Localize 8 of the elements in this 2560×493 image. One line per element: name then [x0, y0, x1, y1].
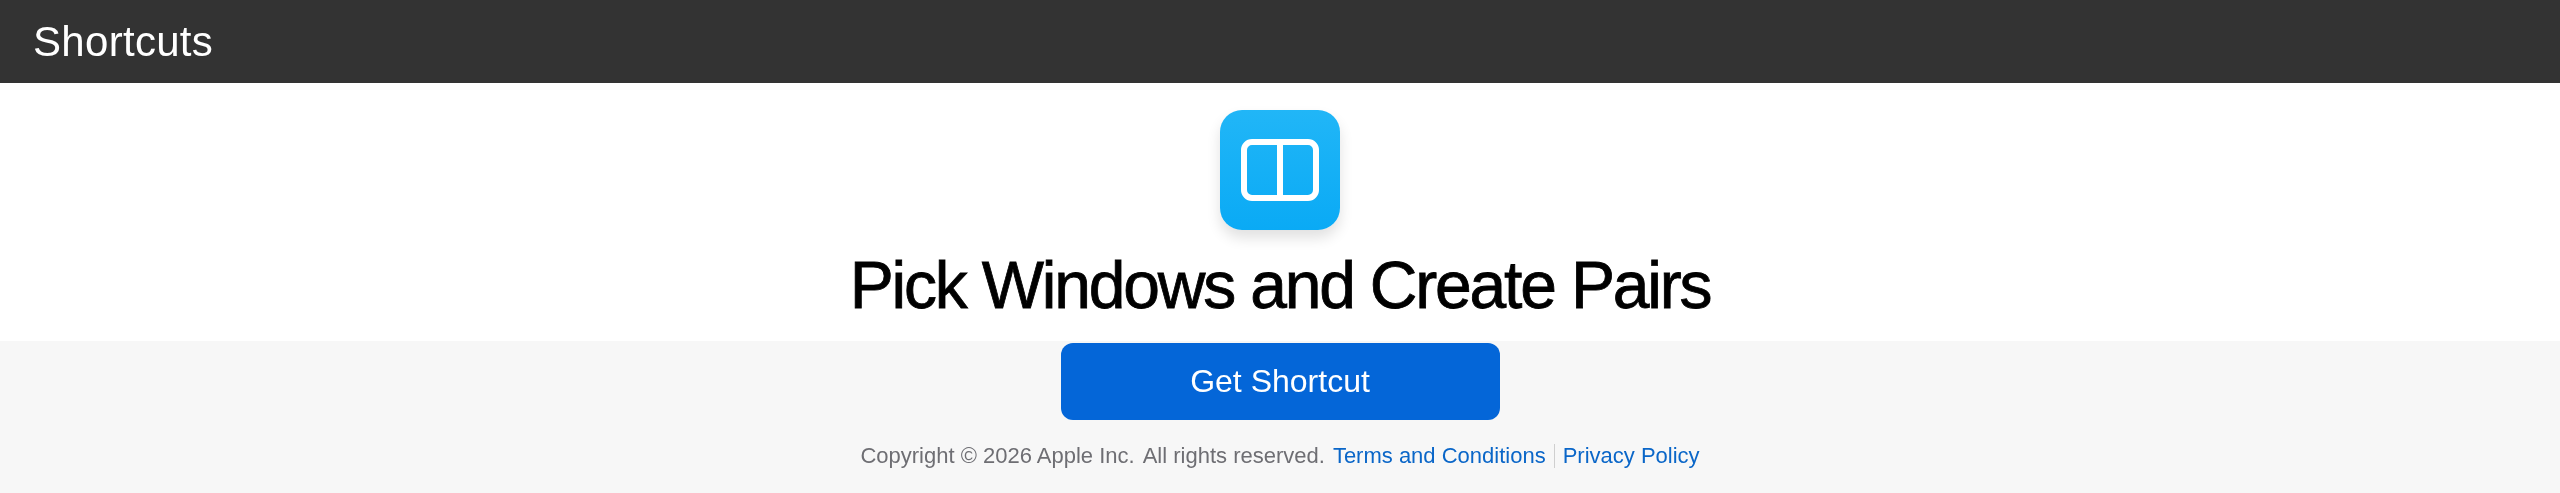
copyright-text: Copyright © 2026 Apple Inc.: [860, 443, 1135, 469]
get-shortcut-button[interactable]: Get Shortcut: [1060, 343, 1500, 420]
app-title: Shortcuts: [33, 17, 214, 66]
shortcut-title: Pick Windows and Create Pairs: [849, 252, 1711, 318]
shortcut-icon: [1220, 110, 1340, 230]
footer-link[interactable]: Terms and Conditions: [1332, 443, 1546, 469]
rights-text: All rights reserved.: [1142, 443, 1325, 469]
footer-link[interactable]: Privacy Policy: [1562, 443, 1700, 469]
